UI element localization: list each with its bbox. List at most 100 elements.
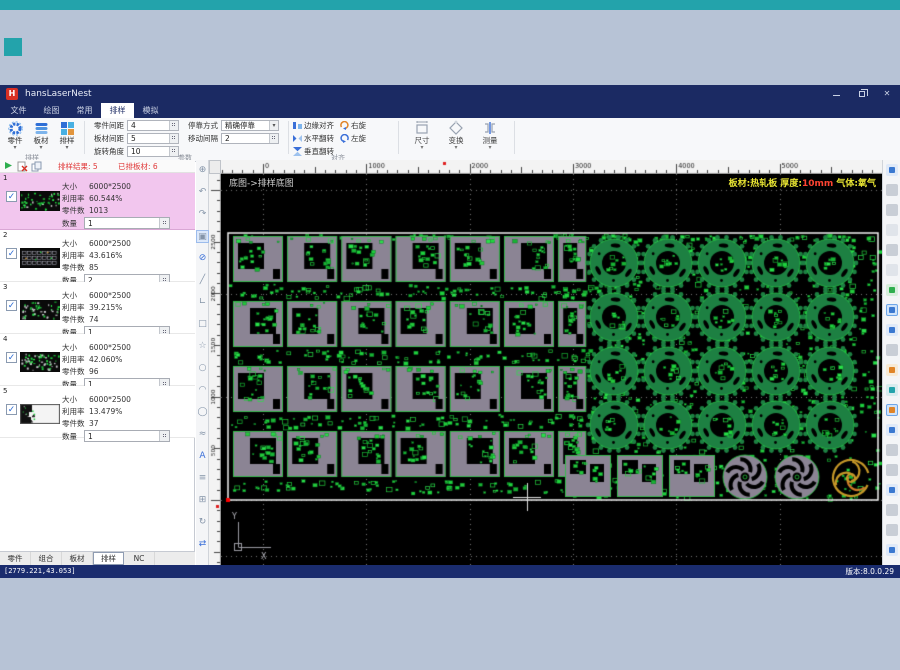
close-tool-icon[interactable] (886, 504, 898, 516)
item-number: 3 (3, 283, 7, 291)
minimize-button[interactable] (832, 89, 842, 99)
layer-3-icon[interactable] (886, 224, 898, 236)
flip-horizontal-button[interactable]: 水平翻转 (293, 133, 334, 143)
move-step-picker-icon[interactable] (269, 134, 278, 143)
item-qty-input[interactable]: 1 (84, 217, 170, 229)
menu-tab-common[interactable]: 常用 (68, 103, 101, 118)
delete-result-icon[interactable] (17, 161, 28, 172)
home-icon[interactable] (886, 384, 898, 396)
export-result-icon[interactable] (3, 161, 14, 172)
menu-tab-file[interactable]: 文件 (2, 103, 35, 118)
close-button[interactable]: ✕ (882, 89, 892, 99)
screen-icon[interactable] (886, 404, 898, 416)
sheet-gap-input[interactable]: 5 (127, 133, 179, 144)
transform-dropdown-caret[interactable]: ▾ (442, 145, 470, 151)
check-icon[interactable] (886, 524, 898, 536)
transform-button[interactable]: 变换 ▾ (442, 120, 470, 154)
mirror-icon[interactable]: ⇄ (196, 538, 209, 551)
rect-icon[interactable]: □ (196, 318, 209, 331)
size-dropdown-caret[interactable]: ▾ (408, 145, 436, 151)
item-checkbox[interactable]: ✓ (6, 300, 17, 311)
measure-button[interactable]: 测量 ▾ (476, 120, 504, 154)
item-qty-picker-icon[interactable] (159, 218, 169, 228)
item-number: 5 (3, 387, 7, 395)
sheet-gap-picker-icon[interactable] (169, 134, 178, 143)
spline-icon[interactable]: ≈ (196, 428, 209, 441)
panel-icon[interactable] (886, 484, 898, 496)
menu-tab-nest[interactable]: 排样 (101, 103, 134, 118)
panel-tab-combine[interactable]: 组合 (31, 552, 62, 565)
star-icon[interactable]: ☆ (196, 340, 209, 353)
rotate-icon[interactable]: ↻ (196, 516, 209, 529)
panel-tab-parts[interactable]: 零件 (0, 552, 31, 565)
nest-canvas-area[interactable]: 底图->排样底图 板材:热轧板 厚度:10mm 气体:氧气 (221, 174, 882, 565)
arc-icon[interactable]: ◠ (196, 384, 209, 397)
layer-1-icon[interactable] (886, 184, 898, 196)
menu-tab-simulate[interactable]: 模拟 (134, 103, 167, 118)
item-checkbox[interactable]: ✓ (6, 404, 17, 415)
menu-tab-draw[interactable]: 绘图 (35, 103, 68, 118)
rotate-right-button[interactable]: 右旋 (340, 120, 366, 130)
settings-icon[interactable] (886, 364, 898, 376)
ellipse-icon[interactable]: ◯ (196, 406, 209, 419)
edit-icon[interactable] (886, 284, 898, 296)
save-icon[interactable] (886, 164, 898, 176)
result-item-1[interactable]: 1✓大小6000*2500利用率60.544%零件数1013数量1 (0, 173, 195, 230)
part-gap-input[interactable]: 4 (127, 120, 179, 131)
item-checkbox[interactable]: ✓ (6, 248, 17, 259)
dock-mode-caret-icon[interactable]: ▾ (269, 121, 278, 130)
parts-button[interactable]: 零件 ▾ (3, 120, 27, 154)
zoom-fit-icon[interactable]: ⊘ (196, 252, 209, 265)
measure-icon (476, 120, 504, 136)
result-item-3[interactable]: 3✓大小6000*2500利用率39.215%零件数74数量1 (0, 282, 195, 334)
grid-dots-icon[interactable] (886, 544, 898, 556)
grid-icon[interactable]: ⊞ (196, 494, 209, 507)
item-qty-picker-icon[interactable] (159, 431, 169, 441)
text-icon[interactable]: A (196, 450, 209, 463)
info-icon[interactable] (886, 444, 898, 456)
item-qty-input[interactable]: 1 (84, 430, 170, 442)
result-item-5[interactable]: 5✓大小6000*2500利用率13.479%零件数37数量1 (0, 386, 195, 438)
redo-icon[interactable]: ↷ (196, 208, 209, 221)
rotate-left-button[interactable]: 左旋 (340, 133, 366, 143)
item-utilization: 60.544% (89, 194, 122, 203)
parts-dropdown-caret[interactable]: ▾ (3, 145, 27, 151)
comment-icon[interactable] (886, 324, 898, 336)
size-button[interactable]: 尺寸 ▾ (408, 120, 436, 154)
sheets-button[interactable]: 板材 ▾ (29, 120, 53, 154)
part-gap-picker-icon[interactable] (169, 121, 178, 130)
display-icon[interactable] (886, 304, 898, 316)
dimension-icon[interactable]: ≡ (196, 472, 209, 485)
result-item-2[interactable]: 2✓大小6000*2500利用率43.616%零件数85数量2 (0, 230, 195, 282)
line-icon[interactable]: ╱ (196, 274, 209, 287)
panel-tab-sheets[interactable]: 板材 (62, 552, 93, 565)
item-checkbox[interactable]: ✓ (6, 352, 17, 363)
move-step-input[interactable]: 2 (221, 133, 279, 144)
share-icon[interactable] (886, 424, 898, 436)
item-size: 6000*2500 (89, 239, 131, 248)
restore-button[interactable] (857, 89, 867, 99)
layer-5-icon[interactable] (886, 264, 898, 276)
nest-layout-canvas[interactable] (221, 174, 882, 565)
nest-button[interactable]: 排样 ▾ (55, 120, 79, 154)
edge-align-button[interactable]: 边缘对齐 (293, 120, 334, 130)
undo-icon[interactable]: ↶ (196, 186, 209, 199)
flip-vertical-icon (293, 147, 302, 156)
circle-icon[interactable]: ○ (196, 362, 209, 375)
nest-dropdown-caret[interactable]: ▾ (55, 145, 79, 151)
copy-result-icon[interactable] (31, 161, 42, 172)
pause-icon[interactable] (886, 464, 898, 476)
panel-tab-nest[interactable]: 排样 (93, 552, 124, 565)
layer-4-icon[interactable] (886, 244, 898, 256)
result-item-4[interactable]: 4✓大小6000*2500利用率42.060%零件数96数量1 (0, 334, 195, 386)
dock-mode-select[interactable]: 精确停靠▾ (221, 120, 279, 131)
sheets-dropdown-caret[interactable]: ▾ (29, 145, 53, 151)
link-icon[interactable] (886, 344, 898, 356)
item-checkbox[interactable]: ✓ (6, 191, 17, 202)
layer-2-icon[interactable] (886, 204, 898, 216)
measure-dropdown-caret[interactable]: ▾ (476, 145, 504, 151)
panel-tab-nc[interactable]: NC (124, 552, 155, 565)
pan-icon[interactable]: ⊕ (196, 164, 209, 177)
zoom-window-icon[interactable]: ▣ (196, 230, 209, 243)
polyline-icon[interactable]: ∟ (196, 296, 209, 309)
